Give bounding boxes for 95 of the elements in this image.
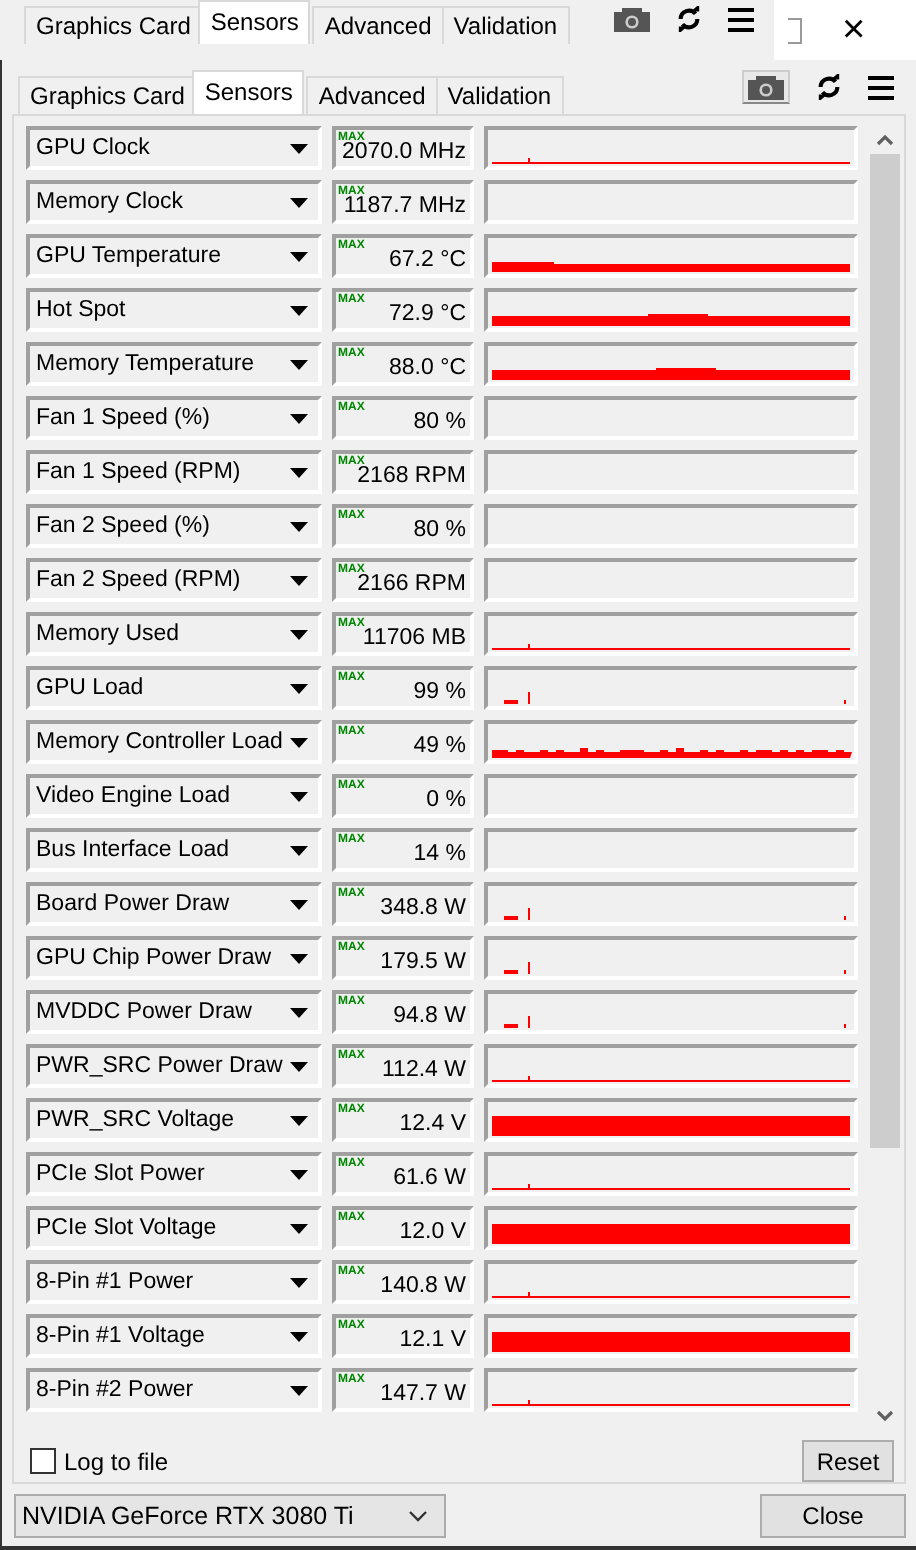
sensor-select[interactable]: 8-Pin #1 Power bbox=[26, 1260, 322, 1304]
gpu-dropdown[interactable]: NVIDIA GeForce RTX 3080 Ti bbox=[14, 1494, 446, 1538]
scroll-down-icon[interactable] bbox=[876, 1410, 894, 1422]
sensor-select[interactable]: Hot Spot bbox=[26, 288, 322, 332]
caret-icon bbox=[290, 629, 308, 639]
sensor-select[interactable]: PCIe Slot Voltage bbox=[26, 1206, 322, 1250]
sensor-select[interactable]: Memory Controller Load bbox=[26, 720, 322, 764]
caret-icon bbox=[290, 1331, 308, 1341]
sensor-value: 12.1 V bbox=[399, 1328, 466, 1352]
caret-icon bbox=[290, 521, 308, 531]
sensor-value: 348.8 W bbox=[380, 896, 466, 920]
sensor-select[interactable]: PWR_SRC Voltage bbox=[26, 1098, 322, 1142]
caret-icon bbox=[290, 1007, 308, 1017]
caret-icon bbox=[290, 845, 308, 855]
sensor-select[interactable]: Video Engine Load bbox=[26, 774, 322, 818]
tab[interactable]: Validation bbox=[441, 6, 570, 44]
sensor-select[interactable]: Fan 2 Speed (%) bbox=[26, 504, 322, 548]
caret-icon bbox=[290, 467, 308, 477]
caret-icon bbox=[290, 791, 308, 801]
sensor-select[interactable]: 8-Pin #2 Power bbox=[26, 1368, 322, 1412]
caret-icon bbox=[290, 305, 308, 315]
sensor-select[interactable]: GPU Temperature bbox=[26, 234, 322, 278]
sensor-value: 12.4 V bbox=[399, 1112, 466, 1136]
sensor-select[interactable]: Fan 1 Speed (RPM) bbox=[26, 450, 322, 494]
caret-icon bbox=[290, 413, 308, 423]
tab[interactable]: Advanced bbox=[306, 76, 438, 114]
caret-icon bbox=[290, 575, 308, 585]
sensor-value: 88.0 °C bbox=[389, 356, 466, 380]
tab[interactable]: Validation bbox=[435, 76, 564, 114]
scroll-up-icon[interactable] bbox=[876, 134, 894, 146]
caret-icon bbox=[290, 1385, 308, 1395]
reset-button[interactable]: Reset bbox=[802, 1440, 894, 1482]
sensor-value: 2168 RPM bbox=[357, 464, 466, 488]
tab[interactable]: Graphics Card bbox=[24, 6, 203, 44]
caret-icon bbox=[290, 1061, 308, 1071]
checkbox[interactable] bbox=[30, 1448, 56, 1474]
sensor-select[interactable]: Memory Used bbox=[26, 612, 322, 656]
tab[interactable]: Sensors bbox=[192, 70, 305, 114]
caret-icon bbox=[290, 1223, 308, 1233]
sensor-value: 147.7 W bbox=[380, 1382, 466, 1406]
sensor-value: 72.9 °C bbox=[389, 302, 466, 326]
caret-icon bbox=[290, 143, 308, 153]
sensor-value: 1187.7 MHz bbox=[343, 194, 466, 218]
camera-icon[interactable] bbox=[614, 6, 650, 32]
sensor-select[interactable]: GPU Load bbox=[26, 666, 322, 710]
sensor-select[interactable]: PCIe Slot Power bbox=[26, 1152, 322, 1196]
sensor-select[interactable]: 8-Pin #1 Voltage bbox=[26, 1314, 322, 1358]
close-button[interactable]: Close bbox=[760, 1494, 906, 1538]
sensor-select[interactable]: Memory Temperature bbox=[26, 342, 322, 386]
caret-icon bbox=[290, 197, 308, 207]
sensor-select[interactable]: GPU Chip Power Draw bbox=[26, 936, 322, 980]
caret-icon bbox=[290, 1277, 308, 1287]
sensor-value: 80 % bbox=[413, 518, 466, 542]
caret-icon bbox=[408, 1510, 428, 1522]
sensor-value: 2070.0 MHz bbox=[341, 140, 466, 164]
sensor-value: 179.5 W bbox=[380, 950, 466, 974]
sensor-value: 67.2 °C bbox=[389, 248, 466, 272]
tab[interactable]: Advanced bbox=[312, 6, 444, 44]
sensor-value: 140.8 W bbox=[380, 1274, 466, 1298]
caret-icon bbox=[290, 251, 308, 261]
caret-icon bbox=[290, 899, 308, 909]
sensor-select[interactable]: MVDDC Power Draw bbox=[26, 990, 322, 1034]
menu-icon[interactable] bbox=[728, 7, 754, 31]
sensor-select[interactable]: Fan 2 Speed (RPM) bbox=[26, 558, 322, 602]
sensor-value: 0 % bbox=[426, 788, 466, 812]
sensor-value: 2166 RPM bbox=[357, 572, 466, 596]
tab[interactable]: Sensors bbox=[198, 0, 311, 44]
sensor-value: 99 % bbox=[413, 680, 466, 704]
sensor-select[interactable]: PWR_SRC Power Draw bbox=[26, 1044, 322, 1088]
tab[interactable]: Graphics Card bbox=[18, 76, 197, 114]
checkbox-label[interactable]: Log to file bbox=[64, 1447, 169, 1475]
sensor-value: 11706 MB bbox=[362, 626, 466, 650]
camera-icon[interactable] bbox=[748, 74, 784, 100]
sensor-select[interactable]: Board Power Draw bbox=[26, 882, 322, 926]
caret-icon bbox=[290, 737, 308, 747]
caret-icon bbox=[290, 1169, 308, 1179]
refresh-icon[interactable] bbox=[676, 6, 702, 32]
sensor-value: 12.0 V bbox=[399, 1220, 466, 1244]
refresh-icon[interactable] bbox=[816, 74, 842, 100]
sensor-select[interactable]: Memory Clock bbox=[26, 180, 322, 224]
sensor-value: 61.6 W bbox=[393, 1166, 466, 1190]
sensor-value: 80 % bbox=[413, 410, 466, 434]
sensor-select[interactable]: Fan 1 Speed (%) bbox=[26, 396, 322, 440]
close-icon[interactable]: × bbox=[842, 10, 866, 50]
sensor-select[interactable]: GPU Clock bbox=[26, 126, 322, 170]
sensor-value: 94.8 W bbox=[393, 1004, 466, 1028]
caret-icon bbox=[290, 1115, 308, 1125]
sensor-value: 14 % bbox=[413, 842, 466, 866]
caret-icon bbox=[290, 953, 308, 963]
sensor-select[interactable]: Bus Interface Load bbox=[26, 828, 322, 872]
menu-icon[interactable] bbox=[868, 75, 894, 99]
sensor-value: 49 % bbox=[413, 734, 466, 758]
caret-icon bbox=[290, 683, 308, 693]
caret-icon bbox=[290, 359, 308, 369]
sensor-value: 112.4 W bbox=[382, 1058, 466, 1082]
